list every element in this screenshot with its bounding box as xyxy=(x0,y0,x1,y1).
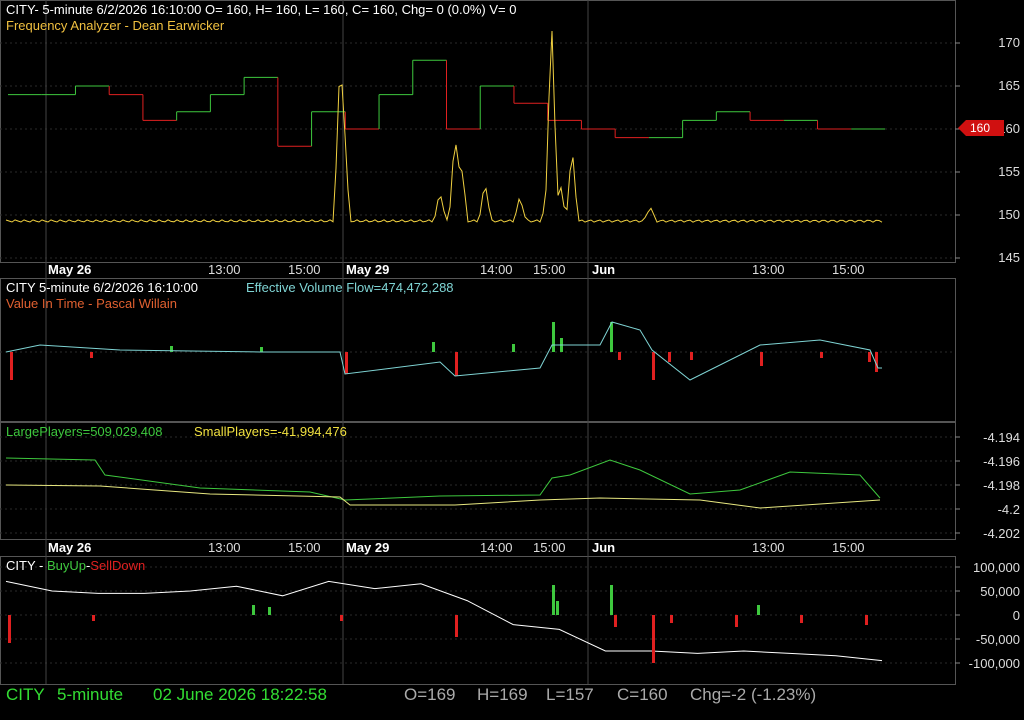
status-symbol: CITY xyxy=(6,685,45,704)
flow-bar xyxy=(610,585,613,615)
date-axis-label: 14:00 xyxy=(480,540,513,555)
p1-ytick: 155 xyxy=(998,164,1020,179)
p3-ytick: -4.198 xyxy=(983,478,1020,493)
small-players-line xyxy=(5,484,881,509)
volume-bar xyxy=(512,344,515,352)
status-high: H=169 xyxy=(477,685,528,704)
flow-line xyxy=(5,321,882,381)
panel3-large-label: LargePlayers=509,029,408 xyxy=(6,424,163,439)
volume-bar xyxy=(668,352,671,362)
date-axis-label: 13:00 xyxy=(208,262,241,277)
date-axis-label: 13:00 xyxy=(752,262,785,277)
p4-ytick: 100,000 xyxy=(973,560,1020,575)
flow-bar xyxy=(8,615,11,643)
date-axis-label: May 26 xyxy=(48,540,92,555)
panel4-selldown: SellDown xyxy=(90,558,146,573)
flow-bar xyxy=(800,615,803,623)
flow-bar xyxy=(268,607,271,615)
volume-bar xyxy=(260,347,263,352)
flow-bar xyxy=(865,615,868,625)
date-axis-label: May 29 xyxy=(346,262,390,277)
p3-ytick: -4.2 xyxy=(997,502,1020,517)
volume-bar xyxy=(618,352,621,360)
large-players-line xyxy=(5,457,881,501)
volume-bar xyxy=(432,342,435,352)
status-close: C=160 xyxy=(617,685,668,704)
p4-ytick: 0 xyxy=(1012,608,1020,623)
p1-ytick: 145 xyxy=(998,250,1020,265)
date-axis-label: Jun xyxy=(592,262,616,277)
date-axis-label: 13:00 xyxy=(752,540,785,555)
panel2-subtitle: Value In Time - Pascal Willain xyxy=(6,296,177,311)
panel2-header: CITY 5-minute 6/2/2026 16:10:00 xyxy=(6,280,198,295)
date-axis-label: 15:00 xyxy=(832,540,865,555)
flow-bar xyxy=(340,615,343,621)
p1-ytick: 170 xyxy=(998,35,1020,50)
date-axis-label: 15:00 xyxy=(832,262,865,277)
volume-bar xyxy=(455,352,458,376)
panel-1-frame xyxy=(0,0,956,263)
status-change: Chg=-2 (-1.23%) xyxy=(690,685,817,704)
panel4-buyup: BuyUp xyxy=(46,558,86,573)
panel2-flow-label: Effective Volume Flow=474,472,288 xyxy=(246,280,454,295)
price-tag-label: 160 xyxy=(970,121,991,135)
flow-bar xyxy=(252,605,255,615)
volume-bar xyxy=(552,322,555,352)
volume-bar xyxy=(820,352,823,358)
status-interval: 5-minute xyxy=(57,685,124,704)
p3-ytick: -4.202 xyxy=(983,526,1020,541)
flow-bar xyxy=(556,601,559,615)
date-axis-label: 13:00 xyxy=(208,540,241,555)
volume-bar xyxy=(10,352,13,380)
panel1-subtitle: Frequency Analyzer - Dean Earwicker xyxy=(6,18,225,33)
status-open: O=169 xyxy=(404,685,456,704)
volume-bar xyxy=(760,352,763,366)
date-axis-label: 14:00 xyxy=(480,262,513,277)
panel3-small-label: SmallPlayers=-41,994,476 xyxy=(194,424,347,439)
flow-bar xyxy=(455,615,458,637)
panel-4-frame xyxy=(0,556,956,685)
date-axis-label: 15:00 xyxy=(533,540,566,555)
flow-bar xyxy=(757,605,760,615)
volume-bar xyxy=(90,352,93,358)
volume-bar xyxy=(610,322,613,352)
flow-bar xyxy=(92,615,95,621)
date-axis-label: May 29 xyxy=(346,540,390,555)
p3-ytick: -4.194 xyxy=(983,430,1020,445)
panel1-header: CITY- 5-minute 6/2/2026 16:10:00 O= 160,… xyxy=(6,2,517,17)
date-axis-label: 15:00 xyxy=(533,262,566,277)
p1-ytick: 150 xyxy=(998,207,1020,222)
date-axis-label: May 26 xyxy=(48,262,92,277)
p4-ytick: -50,000 xyxy=(975,632,1020,647)
flow-bar xyxy=(614,615,617,627)
oscillator-line xyxy=(5,30,883,223)
date-axis-label: 15:00 xyxy=(288,540,321,555)
panel4-symbol: CITY - xyxy=(6,558,47,573)
flow-bar xyxy=(652,615,655,663)
chart-canvas xyxy=(0,0,960,685)
date-axis-label: Jun xyxy=(592,540,616,555)
p1-ytick: 165 xyxy=(998,78,1020,93)
volume-bar xyxy=(690,352,693,360)
p4-ytick: 50,000 xyxy=(980,584,1020,599)
status-low: L=157 xyxy=(546,685,594,704)
p3-ytick: -4.196 xyxy=(983,454,1020,469)
panel-3-frame xyxy=(0,422,956,540)
volume-bar xyxy=(652,352,655,380)
volume-bar xyxy=(345,352,348,374)
status-datetime: 02 June 2026 18:22:58 xyxy=(153,685,327,704)
volume-bar xyxy=(868,352,871,362)
p4-ytick: -100,000 xyxy=(968,656,1020,671)
flow-bar xyxy=(552,585,555,615)
buyup-selldown-line xyxy=(5,580,883,662)
panel4-label: CITY - BuyUp-SellDown xyxy=(6,558,145,573)
flow-bar xyxy=(670,615,673,623)
date-axis-label: 15:00 xyxy=(288,262,321,277)
flow-bar xyxy=(735,615,738,627)
